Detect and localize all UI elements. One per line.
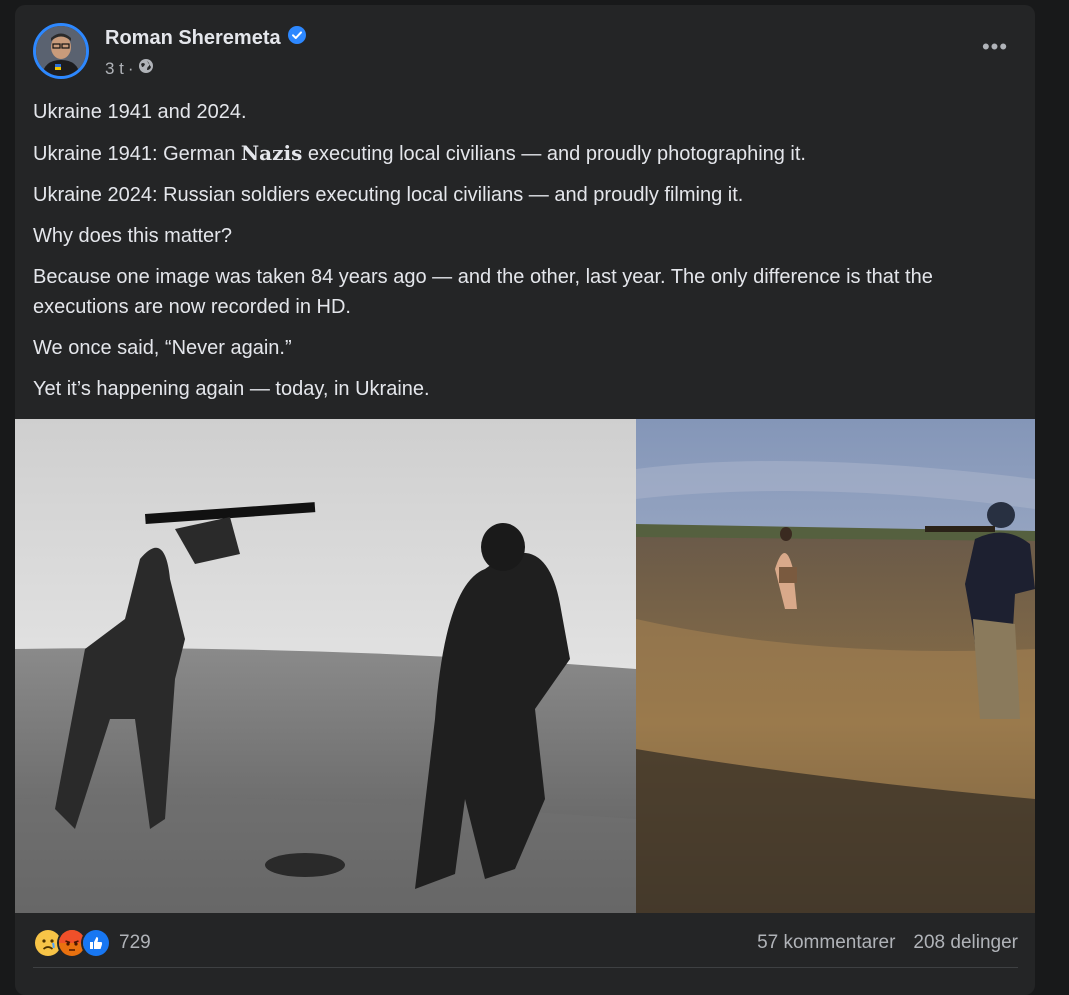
post-stats-bar: 729 57 kommentarer 208 delinger	[33, 927, 1018, 959]
meta-separator: ·	[127, 58, 134, 78]
reaction-summary[interactable]: 729	[33, 928, 151, 958]
shares-count[interactable]: 208 delinger	[913, 932, 1018, 954]
divider	[33, 967, 1018, 968]
post-paragraph: Ukraine 2024: Russian soldiers executing…	[33, 184, 744, 206]
author-name[interactable]: Roman Sheremeta	[105, 27, 281, 50]
post-paragraph: We once said, “Never again.”	[33, 337, 292, 359]
post-paragraph: Ukraine 1941 and 2024.	[33, 101, 247, 123]
post-text: Ukraine 1941 and 2024. Ukraine 1941: Ger…	[33, 97, 1013, 415]
post-card: Roman Sheremeta 3 t · ••• Ukraine 1941 a…	[15, 5, 1035, 995]
avatar[interactable]	[33, 23, 89, 79]
recent-photo-right	[636, 419, 1035, 913]
more-options-icon[interactable]: •••	[977, 36, 1013, 65]
reaction-count[interactable]: 729	[119, 932, 151, 954]
post-paragraph: Yet it’s happening again — today, in Ukr…	[33, 378, 430, 400]
post-text-emphasis: Nazis	[240, 141, 303, 165]
post-header: Roman Sheremeta 3 t · •••	[33, 23, 1013, 85]
post-paragraph: Because one image was taken 84 years ago…	[33, 266, 933, 318]
verified-badge-icon	[287, 26, 306, 50]
post-paragraph: Why does this matter?	[33, 225, 232, 247]
globe-icon[interactable]	[138, 58, 154, 79]
post-timestamp[interactable]: 3 t	[105, 59, 124, 79]
post-text-segment: executing local civilians — and proudly …	[302, 143, 806, 165]
post-photo[interactable]	[15, 419, 1035, 913]
avatar-image	[36, 26, 86, 76]
like-reaction-icon	[81, 928, 111, 958]
comments-count[interactable]: 57 kommentarer	[757, 932, 895, 954]
post-text-segment: Ukraine 1941: German	[33, 143, 241, 165]
post-paragraph: Ukraine 1941: German Nazis executing loc…	[33, 138, 1013, 169]
historical-photo-left	[15, 419, 636, 913]
